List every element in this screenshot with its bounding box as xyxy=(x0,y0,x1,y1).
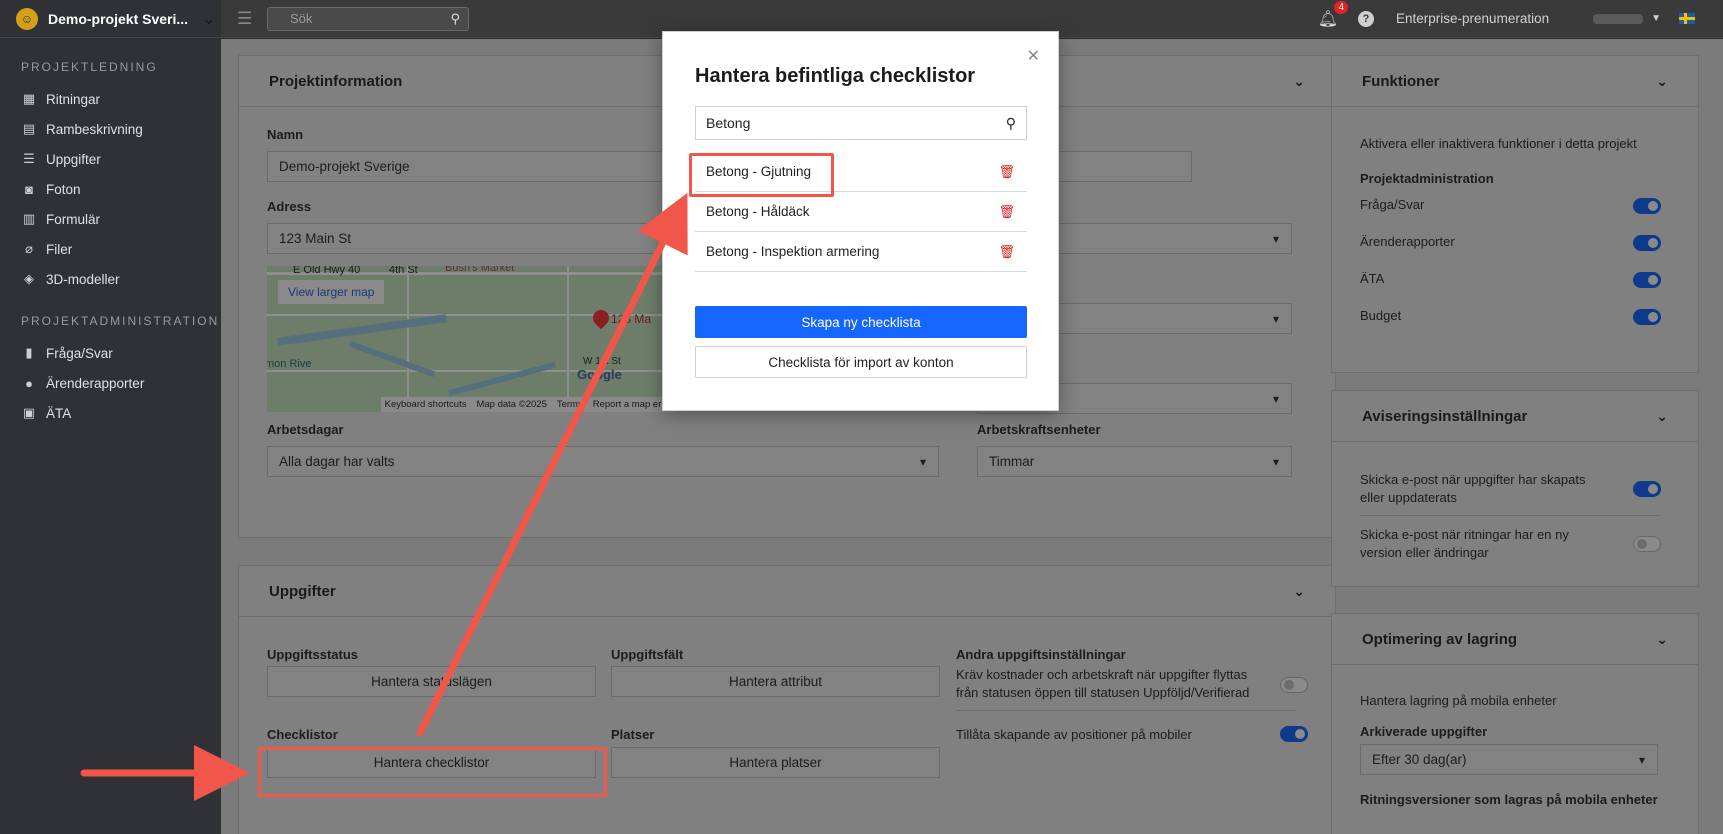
annotation-arrows xyxy=(80,192,688,801)
annotation-arrow-up xyxy=(416,192,688,737)
